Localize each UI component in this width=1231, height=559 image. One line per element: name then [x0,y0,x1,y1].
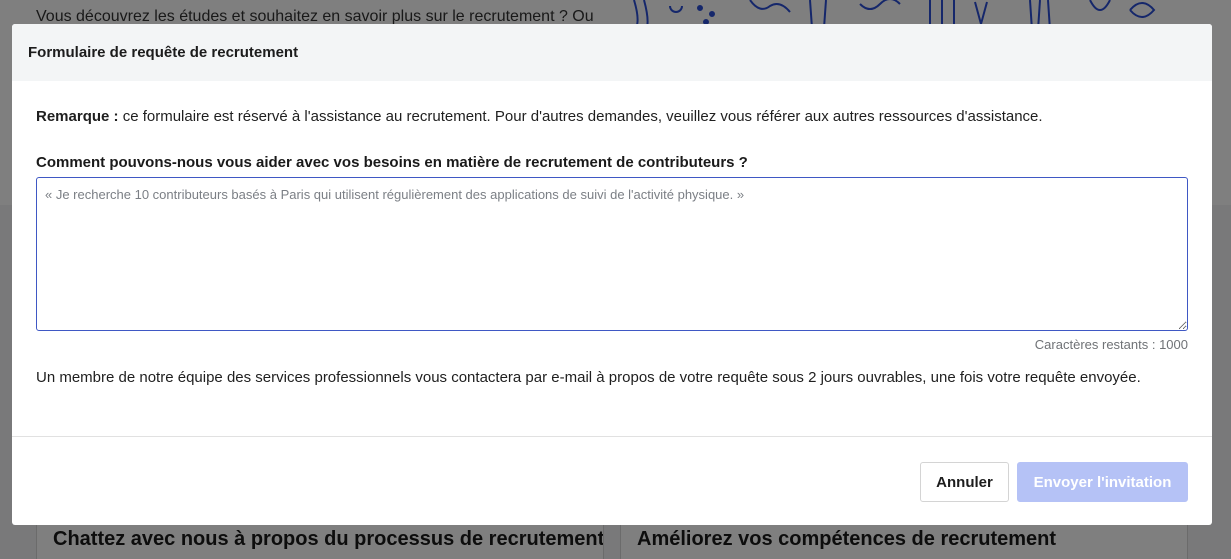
modal-header: Formulaire de requête de recrutement [12,24,1212,81]
note-label: Remarque : [36,108,119,125]
recruitment-needs-textarea[interactable] [36,177,1188,331]
contact-note: Un membre de notre équipe des services p… [36,369,1141,386]
note-paragraph: Remarque : ce formulaire est réservé à l… [36,107,1188,127]
note-text: ce formulaire est réservé à l'assistance… [118,108,1043,125]
recruitment-request-modal: Formulaire de requête de recrutement Rem… [12,24,1212,525]
characters-remaining-counter: Caractères restants : 1000 [1034,337,1188,352]
cancel-button[interactable]: Annuler [920,462,1009,502]
modal-footer: Annuler Envoyer l'invitation [12,436,1212,525]
recruitment-question-label: Comment pouvons-nous vous aider avec vos… [36,154,748,171]
send-invitation-button[interactable]: Envoyer l'invitation [1017,462,1188,502]
modal-body: Remarque : ce formulaire est réservé à l… [12,81,1212,390]
modal-title: Formulaire de requête de recrutement [28,44,299,61]
